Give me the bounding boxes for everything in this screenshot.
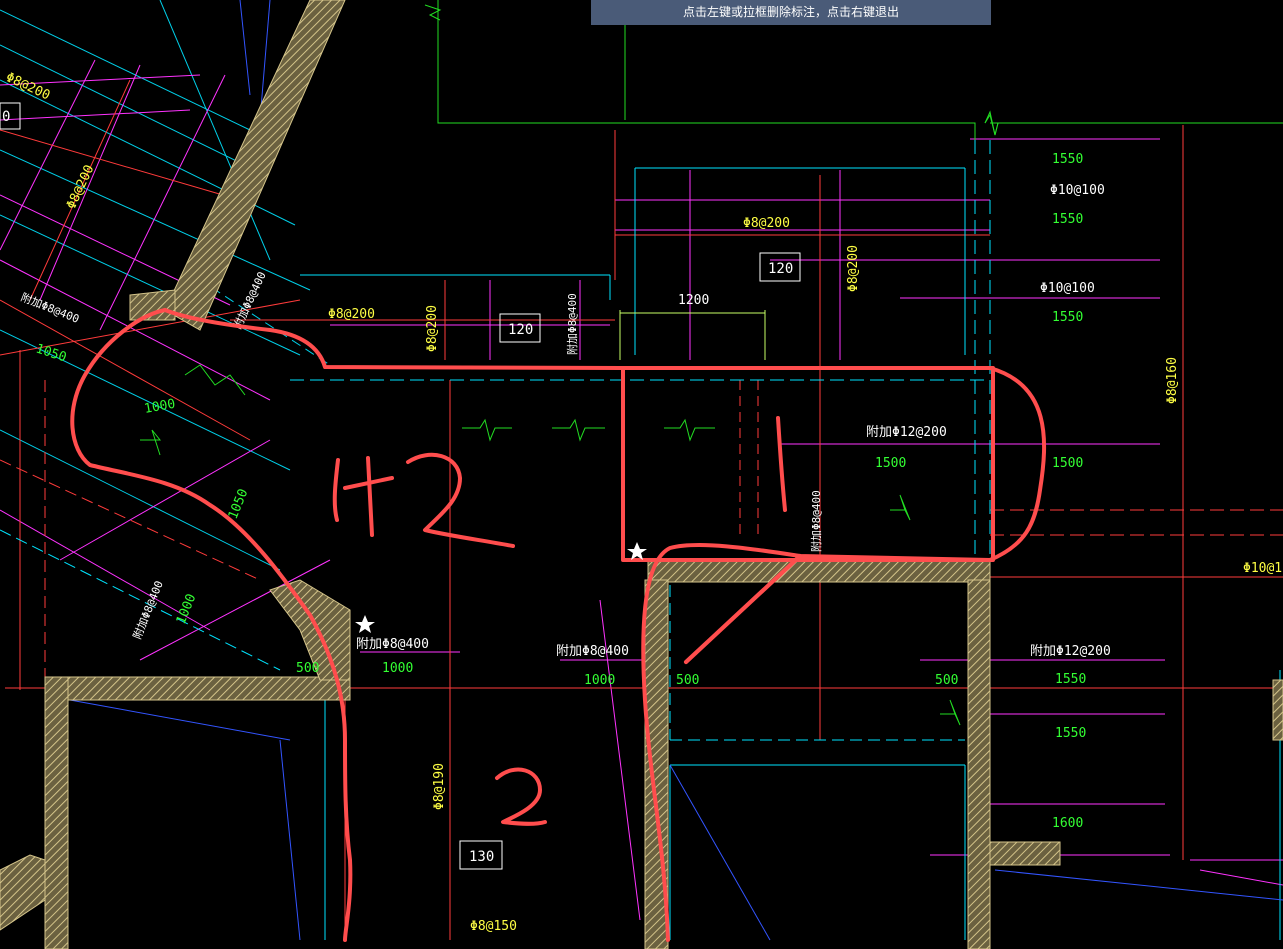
rebar-label: Φ10@100 (1040, 281, 1095, 296)
rebar-label: 附加Φ12@200 (1030, 644, 1111, 659)
dimension-label: 1000 (143, 397, 176, 417)
rebar-label: Φ8@200 (743, 216, 790, 231)
dimension-label: 1050 (226, 487, 252, 522)
dimension-label: 1550 (1052, 310, 1083, 325)
rebar-label: 附加Φ8@400 (809, 490, 823, 552)
section-tag: 120 (508, 322, 533, 338)
dimension-label: 500 (296, 661, 319, 676)
status-hint-text: 点击左键或拉框删除标注，点击右键退出 (682, 5, 899, 19)
rebar-label: Φ8@200 (846, 245, 861, 292)
dimension-label: 1550 (1055, 726, 1086, 741)
rebar-labels-white: Φ10@100 Φ10@100 1200 附加Φ12@200 附加Φ12@200… (356, 183, 1111, 659)
dimension-label: 1550 (1052, 212, 1083, 227)
dimension-label: 500 (676, 673, 699, 688)
dimension-label: 1200 (678, 293, 709, 308)
rebar-label: 附加Φ8@400 (556, 644, 629, 659)
dimension-label: 1000 (584, 673, 615, 688)
rebar-label: Φ10@100 (1050, 183, 1105, 198)
rebar-label: 附加Φ8@400 (565, 293, 579, 355)
handwritten-markup (70, 308, 1047, 942)
rebar-label: Φ8@200 (425, 305, 440, 352)
star-marker-icon (355, 542, 647, 633)
dimension-label: 500 (935, 673, 958, 688)
rebar-label: 附加Φ8@400 (356, 637, 429, 652)
cad-drawing-canvas[interactable]: 0 120 120 130 Φ8@200 Φ8@200 Φ8@200 Φ8@20… (0, 0, 1283, 949)
status-hint-bar: 点击左键或拉框删除标注，点击右键退出 (591, 0, 991, 25)
rebar-label: 附加Φ8@400 (230, 269, 269, 331)
dimension-label: 1600 (1052, 816, 1083, 831)
dimension-label: 1550 (1055, 672, 1086, 687)
dimension-label: 1500 (875, 456, 906, 471)
rebar-label: Φ8@150 (470, 919, 517, 934)
rebar-label: 附加Φ12@200 (866, 425, 947, 440)
rebar-label: Φ8@190 (432, 763, 447, 810)
rebar-label: Φ8@200 (3, 70, 52, 103)
rebar-label: Φ10@1 (1243, 561, 1282, 576)
dimension-label: 1500 (1052, 456, 1083, 471)
background-linework (0, 0, 1283, 941)
rebar-label: 附加Φ8@400 (19, 290, 81, 326)
section-tag: 120 (768, 261, 793, 277)
dimension-label: 1550 (1052, 152, 1083, 167)
rebar-label: Φ8@200 (64, 163, 97, 212)
section-tags: 0 120 120 130 (0, 102, 801, 870)
dimension-label: 1000 (382, 661, 413, 676)
rebar-label: 附加Φ8@400 (130, 579, 166, 641)
rebar-label: Φ8@200 (328, 307, 375, 322)
section-tag: 130 (469, 849, 494, 865)
dimension-label: 1050 (34, 342, 68, 366)
section-tag: 0 (2, 109, 10, 125)
rebar-label: Φ8@160 (1165, 357, 1180, 404)
